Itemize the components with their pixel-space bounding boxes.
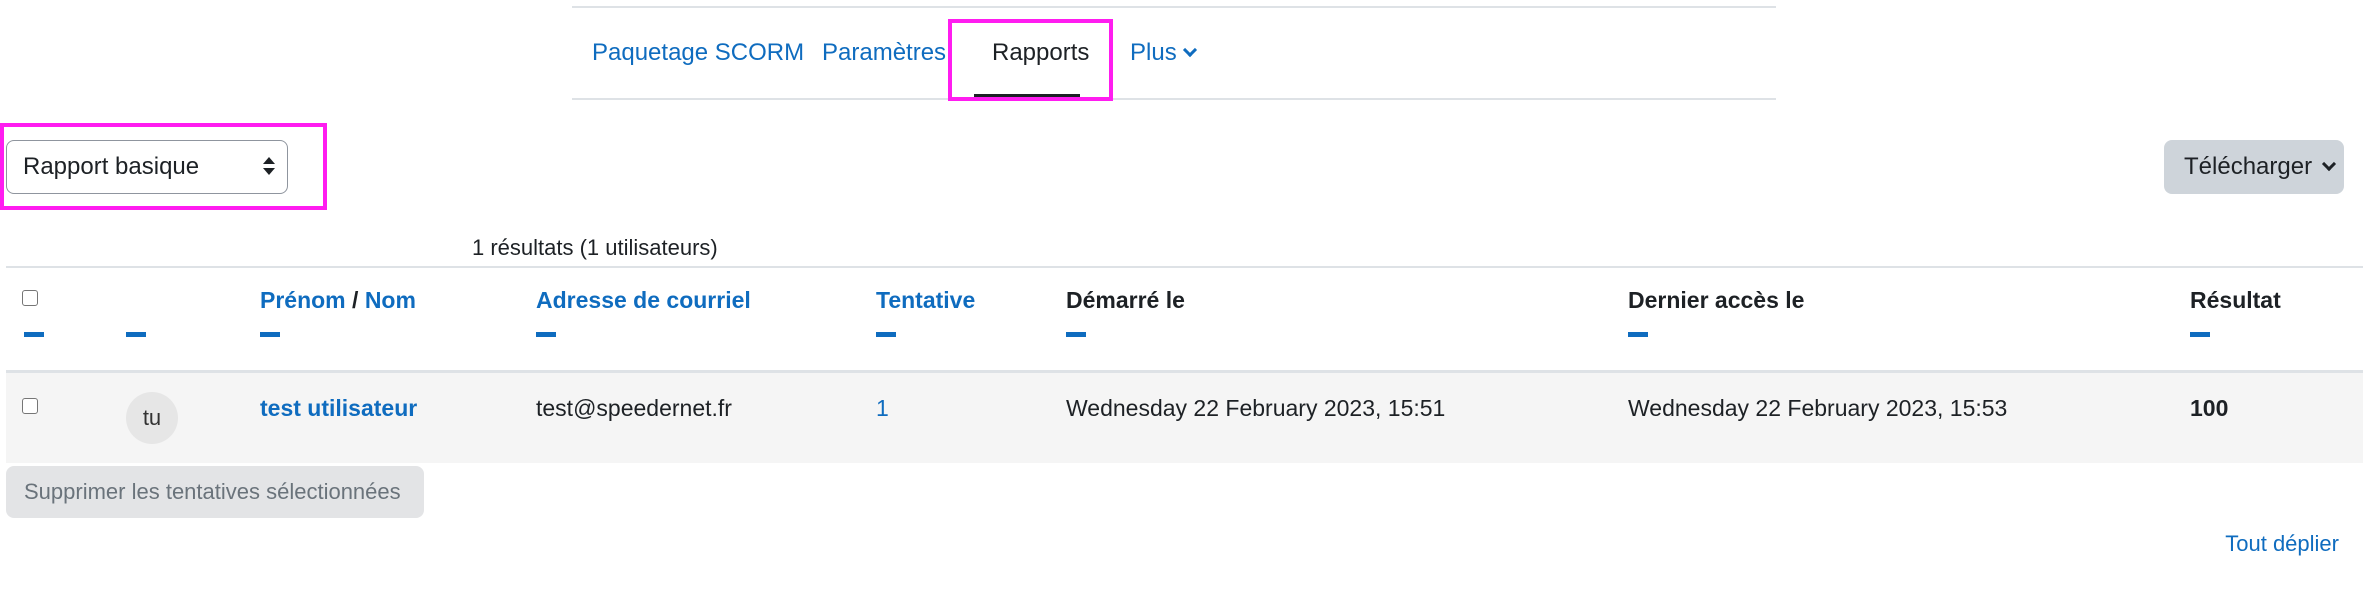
collapse-column-icon[interactable] <box>876 332 896 337</box>
download-button[interactable]: Télécharger <box>2164 140 2344 194</box>
cell-last-access: Wednesday 22 February 2023, 15:53 <box>1628 395 2008 421</box>
header-last-access: Dernier accès le <box>1628 287 1805 313</box>
collapse-column-icon[interactable] <box>1628 332 1648 337</box>
collapse-column-icon[interactable] <box>24 332 44 337</box>
delete-attempts-button[interactable]: Supprimer les tentatives sélectionnées <box>6 466 424 518</box>
header-firstname[interactable]: Prénom <box>260 287 346 313</box>
cell-score: 100 <box>2190 395 2229 421</box>
header-started: Démarré le <box>1066 287 1185 313</box>
download-button-label: Télécharger <box>2184 153 2313 180</box>
collapse-column-icon[interactable] <box>126 332 146 337</box>
header-name-separator: / <box>352 287 359 313</box>
tab-settings[interactable]: Paramètres <box>822 8 946 98</box>
header-email[interactable]: Adresse de courriel <box>536 287 751 314</box>
highlight-box-tab <box>948 19 1113 101</box>
select-all-checkbox[interactable] <box>22 290 38 306</box>
tab-more[interactable]: Plus <box>1130 8 1197 98</box>
chevron-down-icon <box>2321 156 2337 172</box>
results-summary: 1 résultats (1 utilisateurs) <box>472 235 718 260</box>
collapse-column-icon[interactable] <box>260 332 280 337</box>
table-top-border <box>6 266 2363 268</box>
header-attempt[interactable]: Tentative <box>876 287 975 314</box>
tab-scorm-package[interactable]: Paquetage SCORM <box>592 8 804 98</box>
collapse-column-icon[interactable] <box>536 332 556 337</box>
expand-all-link[interactable]: Tout déplier <box>2225 531 2339 557</box>
collapse-column-icon[interactable] <box>2190 332 2210 337</box>
cell-started: Wednesday 22 February 2023, 15:51 <box>1066 395 1446 421</box>
header-lastname[interactable]: Nom <box>365 287 416 313</box>
row-checkbox[interactable] <box>22 398 38 414</box>
highlight-box-select <box>0 123 327 210</box>
attempt-link[interactable]: 1 <box>876 395 889 422</box>
avatar[interactable]: tu <box>126 392 178 444</box>
secondary-navigation: Paquetage SCORM Paramètres Rapports Plus <box>572 6 1776 100</box>
collapse-column-icon[interactable] <box>1066 332 1086 337</box>
chevron-down-icon <box>1182 42 1197 58</box>
user-name-link[interactable]: test utilisateur <box>260 395 417 422</box>
tab-more-label: Plus <box>1130 39 1177 66</box>
header-score: Résultat <box>2190 287 2281 313</box>
cell-email: test@speedernet.fr <box>536 395 732 421</box>
